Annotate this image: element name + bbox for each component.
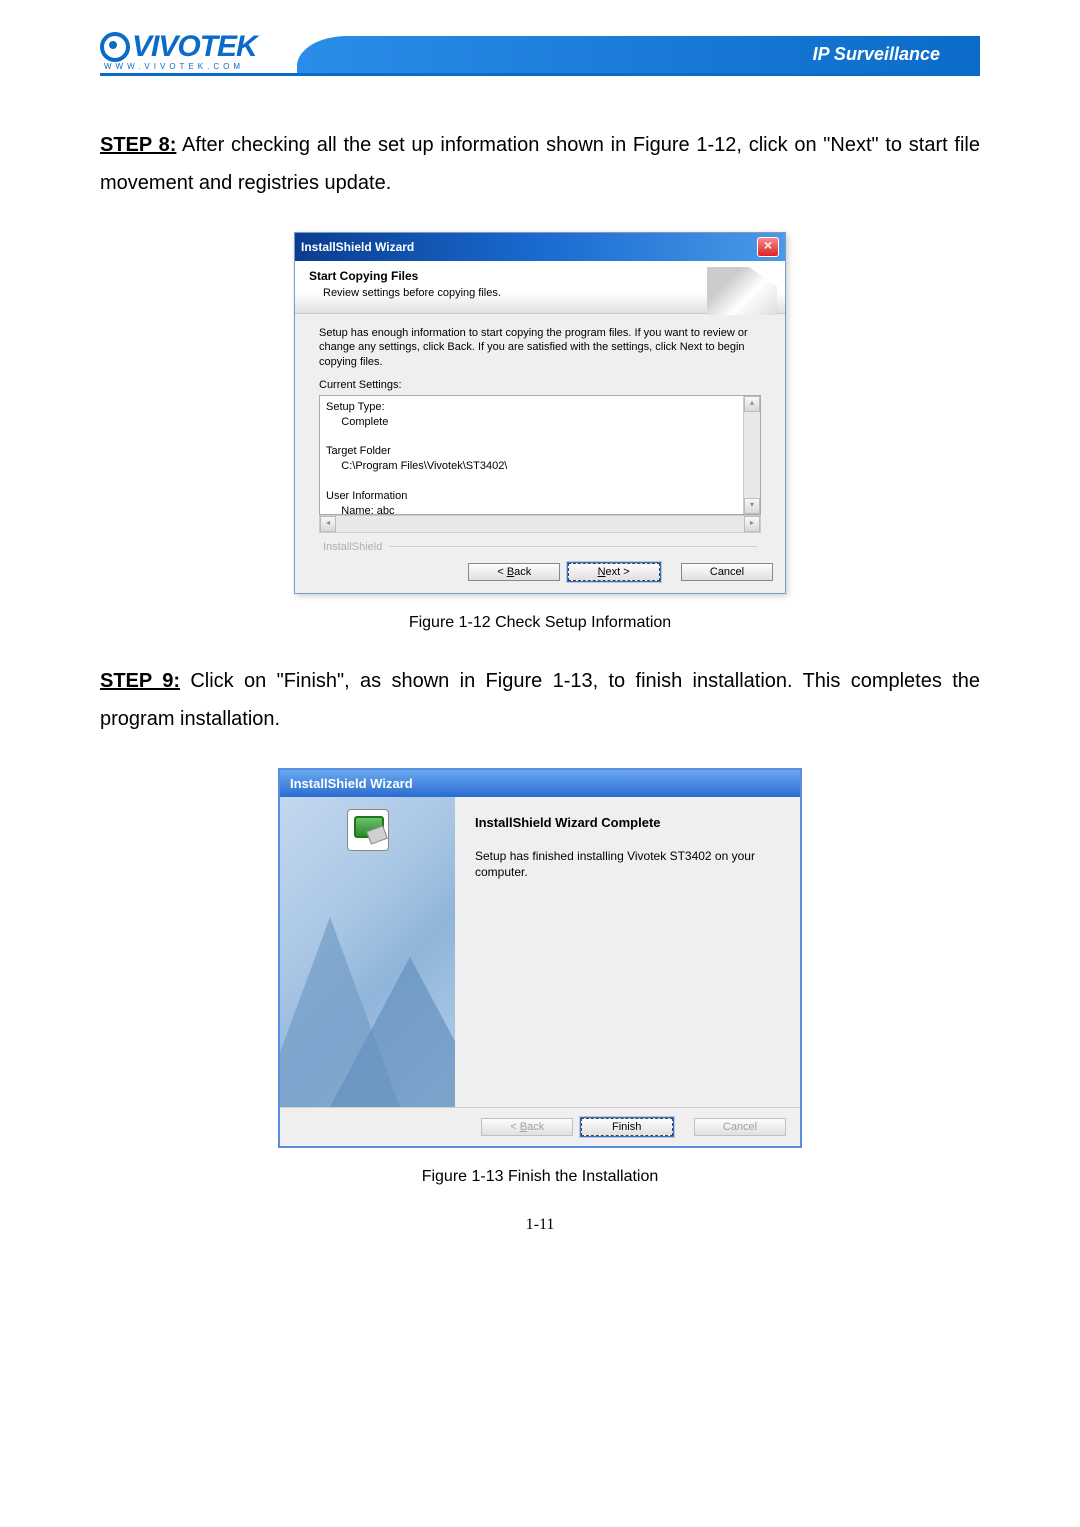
dialog1-title: InstallShield Wizard bbox=[301, 240, 414, 254]
logo-subtext: WWW.VIVOTEK.COM bbox=[104, 62, 244, 71]
current-settings-content: Setup Type: Complete Target Folder C:\Pr… bbox=[326, 401, 507, 515]
scroll-right-icon[interactable]: ▸ bbox=[744, 516, 760, 532]
logo-eye-icon bbox=[100, 32, 130, 62]
dialog1-header: Start Copying Files Review settings befo… bbox=[295, 261, 785, 314]
page-number: 1-11 bbox=[100, 1216, 980, 1234]
cancel-button[interactable]: Cancel bbox=[681, 563, 773, 581]
dialog1-titlebar: InstallShield Wizard × bbox=[295, 233, 785, 261]
vertical-scrollbar[interactable]: ▴▾ bbox=[743, 396, 760, 514]
finish-button[interactable]: Finish bbox=[581, 1118, 673, 1136]
step9-paragraph: STEP 9: Click on "Finish", as shown in F… bbox=[100, 662, 980, 738]
figure-1-13-caption: Figure 1-13 Finish the Installation bbox=[100, 1168, 980, 1186]
dialog2-side-graphic bbox=[280, 797, 455, 1107]
computer-install-icon bbox=[347, 809, 389, 851]
figure-1-12-caption: Figure 1-12 Check Setup Information bbox=[100, 614, 980, 632]
scroll-up-icon[interactable]: ▴ bbox=[744, 396, 760, 412]
cancel-button-disabled: Cancel bbox=[694, 1118, 786, 1136]
back-button[interactable]: < Back bbox=[468, 563, 560, 581]
scroll-left-icon[interactable]: ◂ bbox=[320, 516, 336, 532]
dialog2-button-row: < Back Finish Cancel bbox=[280, 1107, 800, 1146]
step8-paragraph: STEP 8: After checking all the set up in… bbox=[100, 126, 980, 202]
dialog2-heading: InstallShield Wizard Complete bbox=[475, 815, 780, 830]
dialog-check-setup: InstallShield Wizard × Start Copying Fil… bbox=[294, 232, 786, 594]
scroll-down-icon[interactable]: ▾ bbox=[744, 498, 760, 514]
horizontal-scrollbar[interactable]: ◂▸ bbox=[319, 515, 761, 533]
next-button[interactable]: Next > bbox=[568, 563, 660, 581]
dialog-finish: InstallShield Wizard InstallShield Wizar… bbox=[278, 768, 802, 1148]
header-right-banner: IP Surveillance bbox=[297, 36, 980, 73]
installshield-brand: InstallShield bbox=[319, 537, 761, 555]
vivotek-logo: VIVOTEK WWW.VIVOTEK.COM bbox=[100, 30, 257, 71]
step9-text: Click on "Finish", as shown in Figure 1-… bbox=[100, 670, 980, 730]
dialog2-body: Setup has finished installing Vivotek ST… bbox=[475, 848, 780, 880]
back-button-disabled: < Back bbox=[481, 1118, 573, 1136]
dialog1-header-sub: Review settings before copying files. bbox=[323, 287, 771, 299]
dialog1-button-row: < Back Next > Cancel bbox=[295, 555, 785, 593]
logo-text: VIVOTEK bbox=[132, 30, 257, 64]
page-header: VIVOTEK WWW.VIVOTEK.COM IP Surveillance bbox=[100, 30, 980, 76]
current-settings-label: Current Settings: bbox=[319, 379, 761, 391]
dialog2-title: InstallShield Wizard bbox=[280, 770, 800, 797]
current-settings-textbox[interactable]: Setup Type: Complete Target Folder C:\Pr… bbox=[319, 395, 761, 515]
step9-label: STEP 9: bbox=[100, 670, 180, 692]
dialog1-header-title: Start Copying Files bbox=[309, 269, 771, 283]
step8-text: After checking all the set up informatio… bbox=[100, 134, 980, 194]
dialog1-instructions: Setup has enough information to start co… bbox=[319, 326, 761, 369]
close-icon[interactable]: × bbox=[757, 237, 779, 257]
step8-label: STEP 8: bbox=[100, 134, 176, 156]
